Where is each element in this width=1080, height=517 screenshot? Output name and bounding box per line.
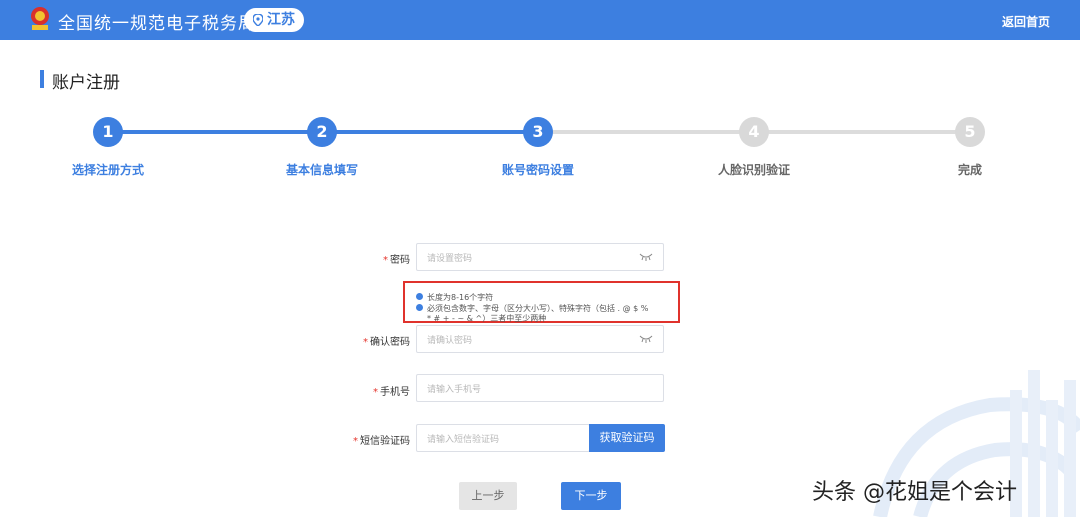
password-label: * 密码 — [383, 255, 410, 266]
national-emblem-icon — [31, 7, 49, 30]
step-connector-3-4 — [538, 130, 754, 134]
step-connector-1-2 — [108, 130, 322, 134]
step-2-label: 基本信息填写 — [285, 163, 358, 177]
next-step-button[interactable]: 下一步 — [561, 482, 621, 510]
region-selector[interactable]: 江苏 — [244, 8, 304, 32]
info-icon — [416, 293, 423, 300]
step-connector-2-3 — [322, 130, 538, 134]
phone-placeholder: 请输入手机号 — [427, 385, 482, 395]
step-1-circle: 1 — [93, 117, 123, 147]
step-5-label: 完成 — [957, 163, 982, 177]
password-rule-length: 长度为8-16个字符 — [427, 293, 494, 302]
phone-label: * 手机号 — [373, 387, 410, 398]
location-pin-icon — [253, 14, 263, 26]
confirm-password-placeholder: 请确认密码 — [427, 336, 473, 346]
author-watermark: 头条 @花姐是个会计 — [812, 480, 1017, 505]
title-accent-bar — [40, 70, 44, 88]
top-header: 全国统一规范电子税务局 江苏 返回首页 — [0, 0, 1080, 40]
sms-code-input[interactable]: 请输入短信验证码 — [416, 424, 590, 452]
step-2-circle: 2 — [307, 117, 337, 147]
site-title[interactable]: 全国统一规范电子税务局 — [58, 9, 256, 34]
eye-closed-icon[interactable] — [639, 253, 653, 261]
get-sms-code-button[interactable]: 获取验证码 — [589, 424, 665, 452]
step-4-circle: 4 — [739, 117, 769, 147]
confirm-password-input[interactable]: 请确认密码 — [416, 325, 664, 353]
info-icon — [416, 304, 423, 311]
confirm-password-label: * 确认密码 — [363, 337, 410, 348]
sms-code-label: * 短信验证码 — [353, 436, 410, 447]
page-title: 账户注册 — [52, 73, 120, 93]
password-input[interactable]: 请设置密码 — [416, 243, 664, 271]
step-3-circle: 3 — [523, 117, 553, 147]
region-name: 江苏 — [267, 12, 295, 28]
step-4-label: 人脸识别验证 — [717, 163, 790, 177]
password-placeholder: 请设置密码 — [427, 254, 473, 264]
step-1-label: 选择注册方式 — [71, 163, 144, 177]
back-home-link[interactable]: 返回首页 — [1002, 13, 1050, 30]
phone-input[interactable]: 请输入手机号 — [416, 374, 664, 402]
sms-code-placeholder: 请输入短信验证码 — [427, 435, 500, 445]
step-3-label: 账号密码设置 — [501, 163, 574, 177]
step-5-circle: 5 — [955, 117, 985, 147]
eye-closed-icon[interactable] — [639, 335, 653, 343]
step-connector-4-5 — [754, 130, 970, 134]
password-rule-composition-cont: * # + - ~ & ^）三者中至少两种 — [427, 314, 547, 323]
prev-step-button[interactable]: 上一步 — [459, 482, 517, 510]
